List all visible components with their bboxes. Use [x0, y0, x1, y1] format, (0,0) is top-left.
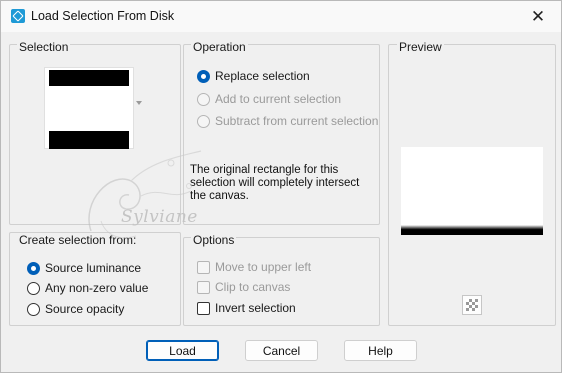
window-title: Load Selection From Disk [31, 9, 175, 23]
radio-button[interactable] [27, 261, 40, 275]
checkbox[interactable] [197, 301, 210, 315]
radio-button[interactable] [27, 281, 40, 295]
radio-replace-selection[interactable]: Replace selection [197, 69, 310, 83]
radio-subtract-selection[interactable]: Subtract from current selection [197, 114, 378, 128]
close-button[interactable]: ✕ [515, 1, 561, 32]
create-selection-title: Create selection from: [17, 233, 139, 247]
radio-subtract-label: Subtract from current selection [215, 114, 379, 128]
options-panel: Options Move to upper left Clip to canva… [183, 233, 380, 326]
selection-panel: Selection [9, 40, 181, 225]
operation-panel-title: Operation [191, 40, 248, 54]
thumbnail-top-band [49, 70, 129, 86]
radio-any-nonzero[interactable]: Any non-zero value [27, 281, 148, 295]
title-bar: Load Selection From Disk ✕ [1, 1, 561, 32]
radio-replace-label: Replace selection [215, 69, 310, 83]
checkbox-move-upper-left[interactable]: Move to upper left [197, 260, 311, 274]
thumbnail-bottom-band [49, 131, 129, 149]
radio-source-opacity[interactable]: Source opacity [27, 302, 124, 316]
checkbox-invert-selection[interactable]: Invert selection [197, 301, 296, 315]
radio-source-opacity-label: Source opacity [45, 302, 125, 316]
radio-add-selection[interactable]: Add to current selection [197, 92, 341, 106]
cancel-button[interactable]: Cancel [245, 340, 318, 361]
options-panel-title: Options [191, 233, 237, 247]
preview-panel: Preview [388, 40, 556, 326]
radio-button[interactable] [197, 92, 210, 106]
selection-thumbnail-dropdown[interactable] [44, 67, 134, 149]
clip-to-canvas-label: Clip to canvas [215, 280, 291, 294]
checkbox[interactable] [197, 280, 210, 294]
checkbox[interactable] [197, 260, 210, 274]
help-button[interactable]: Help [344, 340, 417, 361]
transparency-checker-icon[interactable] [462, 295, 482, 315]
operation-panel: Operation Replace selection Add to curre… [183, 40, 380, 225]
move-upper-left-label: Move to upper left [215, 260, 312, 274]
radio-any-nonzero-label: Any non-zero value [45, 281, 149, 295]
radio-button[interactable] [27, 302, 40, 316]
chevron-down-icon[interactable] [136, 101, 142, 105]
load-selection-dialog: Load Selection From Disk ✕ Selection Ope… [0, 0, 562, 373]
operation-info-text: The original rectangle for this selectio… [190, 164, 360, 202]
radio-source-luminance[interactable]: Source luminance [27, 261, 141, 275]
checkbox-clip-to-canvas[interactable]: Clip to canvas [197, 280, 290, 294]
radio-button[interactable] [197, 69, 210, 83]
preview-image [401, 147, 543, 235]
app-icon [11, 9, 25, 23]
radio-source-luminance-label: Source luminance [45, 261, 142, 275]
load-button[interactable]: Load [146, 340, 219, 361]
create-selection-panel: Create selection from: Source luminance … [9, 232, 181, 326]
preview-gradient-band [401, 225, 543, 235]
invert-selection-label: Invert selection [215, 301, 296, 315]
radio-button[interactable] [197, 114, 210, 128]
radio-add-label: Add to current selection [215, 92, 342, 106]
preview-panel-title: Preview [397, 40, 444, 54]
selection-panel-title: Selection [17, 40, 71, 54]
